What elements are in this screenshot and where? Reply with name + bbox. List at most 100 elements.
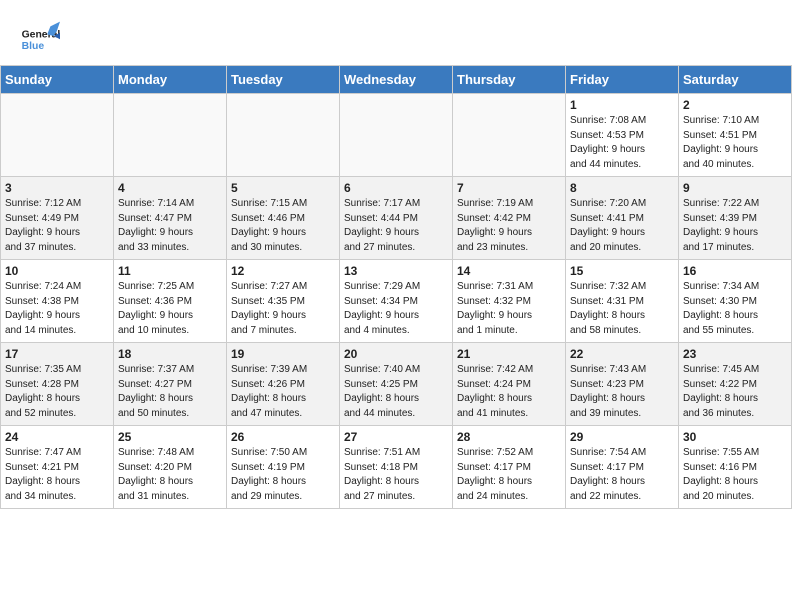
calendar-cell: 7 Sunrise: 7:19 AM Sunset: 4:42 PM Daylig… [453, 177, 566, 260]
day-number: 3 [5, 181, 109, 195]
day-info: Sunrise: 7:55 AM Sunset: 4:16 PM Dayligh… [683, 446, 787, 504]
calendar-cell: 21Sunrise: 7:42 AM Sunset: 4:24 PM Dayli… [453, 343, 566, 426]
day-info: Sunrise: 7:22 AM Sunset: 4:39 PM Dayligh… [683, 197, 787, 255]
day-info: Sunrise: 7:27 AM Sunset: 4:35 PM Dayligh… [231, 280, 335, 338]
calendar-cell: 18 Sunrise: 7:37 AM Sunset: 4:27 PM Dayli… [114, 343, 227, 426]
day-info: Sunrise: 7:20 AM Sunset: 4:41 PM Dayligh… [570, 197, 674, 255]
calendar-week-5: 24 Sunrise: 7:47 AM Sunset: 4:21 PM Dayli… [1, 426, 792, 509]
calendar-cell: 25 Sunrise: 7:48 AM Sunset: 4:20 PM Dayli… [114, 426, 227, 509]
day-number: 25 [118, 430, 222, 444]
weekday-header-row: SundayMondayTuesdayWednesdayThursdayFrid… [1, 66, 792, 94]
calendar-cell: 6Sunrise: 7:17 AM Sunset: 4:44 PM Daylig… [340, 177, 453, 260]
calendar-cell: 19 Sunrise: 7:39 AM Sunset: 4:26 PM Dayli… [227, 343, 340, 426]
calendar-cell: 13 Sunrise: 7:29 AM Sunset: 4:34 PM Dayli… [340, 260, 453, 343]
calendar-cell: 5 Sunrise: 7:15 AM Sunset: 4:46 PM Daylig… [227, 177, 340, 260]
day-number: 8 [570, 181, 674, 195]
calendar-cell: 10Sunrise: 7:24 AM Sunset: 4:38 PM Dayli… [1, 260, 114, 343]
day-info: Sunrise: 7:37 AM Sunset: 4:27 PM Dayligh… [118, 363, 222, 421]
day-info: Sunrise: 7:40 AM Sunset: 4:25 PM Dayligh… [344, 363, 448, 421]
day-info: Sunrise: 7:08 AM Sunset: 4:53 PM Dayligh… [570, 114, 674, 172]
weekday-header-sunday: Sunday [1, 66, 114, 94]
day-info: Sunrise: 7:31 AM Sunset: 4:32 PM Dayligh… [457, 280, 561, 338]
calendar-cell: 17 Sunrise: 7:35 AM Sunset: 4:28 PM Dayli… [1, 343, 114, 426]
day-info: Sunrise: 7:15 AM Sunset: 4:46 PM Dayligh… [231, 197, 335, 255]
day-number: 17 [5, 347, 109, 361]
day-number: 26 [231, 430, 335, 444]
day-number: 21 [457, 347, 561, 361]
day-info: Sunrise: 7:32 AM Sunset: 4:31 PM Dayligh… [570, 280, 674, 338]
day-number: 19 [231, 347, 335, 361]
weekday-header-thursday: Thursday [453, 66, 566, 94]
day-number: 24 [5, 430, 109, 444]
calendar-cell: 29 Sunrise: 7:54 AM Sunset: 4:17 PM Dayli… [566, 426, 679, 509]
day-info: Sunrise: 7:35 AM Sunset: 4:28 PM Dayligh… [5, 363, 109, 421]
day-number: 5 [231, 181, 335, 195]
day-info: Sunrise: 7:48 AM Sunset: 4:20 PM Dayligh… [118, 446, 222, 504]
day-info: Sunrise: 7:10 AM Sunset: 4:51 PM Dayligh… [683, 114, 787, 172]
day-number: 9 [683, 181, 787, 195]
day-info: Sunrise: 7:45 AM Sunset: 4:22 PM Dayligh… [683, 363, 787, 421]
day-info: Sunrise: 7:47 AM Sunset: 4:21 PM Dayligh… [5, 446, 109, 504]
day-info: Sunrise: 7:25 AM Sunset: 4:36 PM Dayligh… [118, 280, 222, 338]
day-number: 30 [683, 430, 787, 444]
weekday-header-saturday: Saturday [679, 66, 792, 94]
calendar-cell: 3 Sunrise: 7:12 AM Sunset: 4:49 PM Daylig… [1, 177, 114, 260]
day-info: Sunrise: 7:54 AM Sunset: 4:17 PM Dayligh… [570, 446, 674, 504]
calendar-cell: 12 Sunrise: 7:27 AM Sunset: 4:35 PM Dayli… [227, 260, 340, 343]
logo-icon: General Blue [20, 20, 60, 60]
calendar-table: SundayMondayTuesdayWednesdayThursdayFrid… [0, 65, 792, 509]
calendar-cell: 20 Sunrise: 7:40 AM Sunset: 4:25 PM Dayli… [340, 343, 453, 426]
calendar-week-2: 3 Sunrise: 7:12 AM Sunset: 4:49 PM Daylig… [1, 177, 792, 260]
day-number: 23 [683, 347, 787, 361]
day-number: 28 [457, 430, 561, 444]
calendar-cell: 2 Sunrise: 7:10 AM Sunset: 4:51 PM Daylig… [679, 94, 792, 177]
calendar-cell: 28 Sunrise: 7:52 AM Sunset: 4:17 PM Dayli… [453, 426, 566, 509]
day-number: 4 [118, 181, 222, 195]
calendar-cell: 1 Sunrise: 7:08 AM Sunset: 4:53 PM Daylig… [566, 94, 679, 177]
calendar-cell: 24 Sunrise: 7:47 AM Sunset: 4:21 PM Dayli… [1, 426, 114, 509]
calendar-cell: 27 Sunrise: 7:51 AM Sunset: 4:18 PM Dayli… [340, 426, 453, 509]
calendar-cell: 4 Sunrise: 7:14 AM Sunset: 4:47 PM Daylig… [114, 177, 227, 260]
day-info: Sunrise: 7:51 AM Sunset: 4:18 PM Dayligh… [344, 446, 448, 504]
calendar-week-4: 17 Sunrise: 7:35 AM Sunset: 4:28 PM Dayli… [1, 343, 792, 426]
calendar-week-1: 1 Sunrise: 7:08 AM Sunset: 4:53 PM Daylig… [1, 94, 792, 177]
calendar-cell: 9 Sunrise: 7:22 AM Sunset: 4:39 PM Daylig… [679, 177, 792, 260]
day-info: Sunrise: 7:14 AM Sunset: 4:47 PM Dayligh… [118, 197, 222, 255]
calendar-cell: 23 Sunrise: 7:45 AM Sunset: 4:22 PM Dayli… [679, 343, 792, 426]
calendar-cell: 26 Sunrise: 7:50 AM Sunset: 4:19 PM Dayli… [227, 426, 340, 509]
day-number: 14 [457, 264, 561, 278]
svg-text:Blue: Blue [22, 41, 45, 52]
day-info: Sunrise: 7:29 AM Sunset: 4:34 PM Dayligh… [344, 280, 448, 338]
weekday-header-tuesday: Tuesday [227, 66, 340, 94]
calendar-cell: 8 Sunrise: 7:20 AM Sunset: 4:41 PM Daylig… [566, 177, 679, 260]
calendar-cell [114, 94, 227, 177]
day-info: Sunrise: 7:24 AM Sunset: 4:38 PM Dayligh… [5, 280, 109, 338]
day-number: 7 [457, 181, 561, 195]
day-number: 22 [570, 347, 674, 361]
logo-container: General Blue [20, 20, 60, 60]
header: General Blue [0, 0, 792, 65]
weekday-header-monday: Monday [114, 66, 227, 94]
day-number: 27 [344, 430, 448, 444]
day-number: 2 [683, 98, 787, 112]
day-info: Sunrise: 7:50 AM Sunset: 4:19 PM Dayligh… [231, 446, 335, 504]
day-number: 20 [344, 347, 448, 361]
weekday-header-friday: Friday [566, 66, 679, 94]
day-number: 6 [344, 181, 448, 195]
day-number: 1 [570, 98, 674, 112]
day-info: Sunrise: 7:19 AM Sunset: 4:42 PM Dayligh… [457, 197, 561, 255]
day-number: 18 [118, 347, 222, 361]
calendar-cell: 11 Sunrise: 7:25 AM Sunset: 4:36 PM Dayli… [114, 260, 227, 343]
day-number: 12 [231, 264, 335, 278]
day-number: 13 [344, 264, 448, 278]
weekday-header-wednesday: Wednesday [340, 66, 453, 94]
day-info: Sunrise: 7:34 AM Sunset: 4:30 PM Dayligh… [683, 280, 787, 338]
calendar-cell: 15 Sunrise: 7:32 AM Sunset: 4:31 PM Dayli… [566, 260, 679, 343]
day-number: 16 [683, 264, 787, 278]
day-info: Sunrise: 7:12 AM Sunset: 4:49 PM Dayligh… [5, 197, 109, 255]
day-number: 29 [570, 430, 674, 444]
day-info: Sunrise: 7:39 AM Sunset: 4:26 PM Dayligh… [231, 363, 335, 421]
day-number: 11 [118, 264, 222, 278]
day-info: Sunrise: 7:52 AM Sunset: 4:17 PM Dayligh… [457, 446, 561, 504]
day-number: 15 [570, 264, 674, 278]
